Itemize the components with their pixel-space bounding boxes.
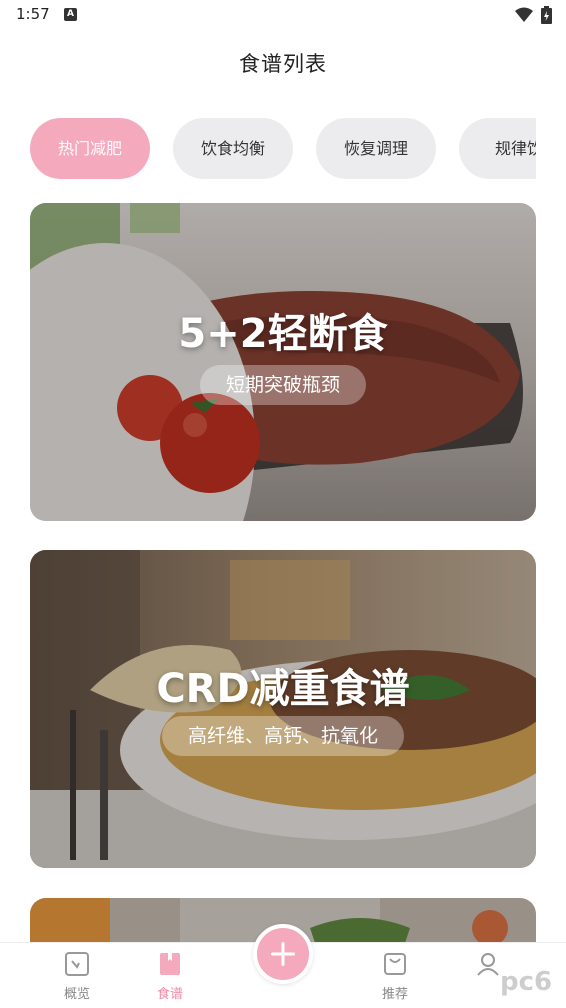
add-button[interactable] [253,924,313,984]
chart-frame-icon [65,952,89,976]
plus-icon [271,942,295,966]
wifi-icon [515,7,533,22]
nav-label: 食谱 [156,987,183,1002]
notification-icon: A [64,8,77,21]
status-icons [515,6,552,24]
nav-recipes[interactable]: 食谱 [130,951,210,1002]
tab-recovery[interactable]: 恢复调理 [316,118,436,179]
battery-icon [541,6,552,24]
card-title: 5+2轻断食 [178,311,388,357]
tab-hot-weight-loss[interactable]: 热门减肥 [30,118,150,179]
card-subtitle: 短期突破瓶颈 [199,365,367,405]
card-title: CRD减重食谱 [156,666,410,712]
status-bar: 1:57 A [0,0,566,30]
recipe-card[interactable]: 5+2轻断食 短期突破瓶颈 [30,203,536,521]
status-time: 1:57 [16,5,50,23]
nav-recommend[interactable]: 推荐 [355,951,435,1002]
shopping-bag-icon [384,953,406,975]
nav-label: 概览 [63,987,90,1002]
card-overlay [30,203,536,521]
page-title: 食谱列表 [239,52,327,76]
recipe-card[interactable]: CRD减重食谱 高纤维、高钙、抗氧化 [30,550,536,868]
recipe-book-icon [160,953,180,975]
nav-overview[interactable]: 概览 [37,951,117,1002]
svg-text:pc6: pc6 [500,967,552,997]
watermark-logo: pc6 [500,967,552,997]
card-subtitle: 高纤维、高钙、抗氧化 [161,716,405,756]
category-tabs: 热门减肥 饮食均衡 恢复调理 规律饮 [30,118,536,180]
tab-regular-diet[interactable]: 规律饮 [459,118,536,179]
tab-balanced-diet[interactable]: 饮食均衡 [173,118,293,179]
nav-label: 推荐 [381,987,408,1002]
